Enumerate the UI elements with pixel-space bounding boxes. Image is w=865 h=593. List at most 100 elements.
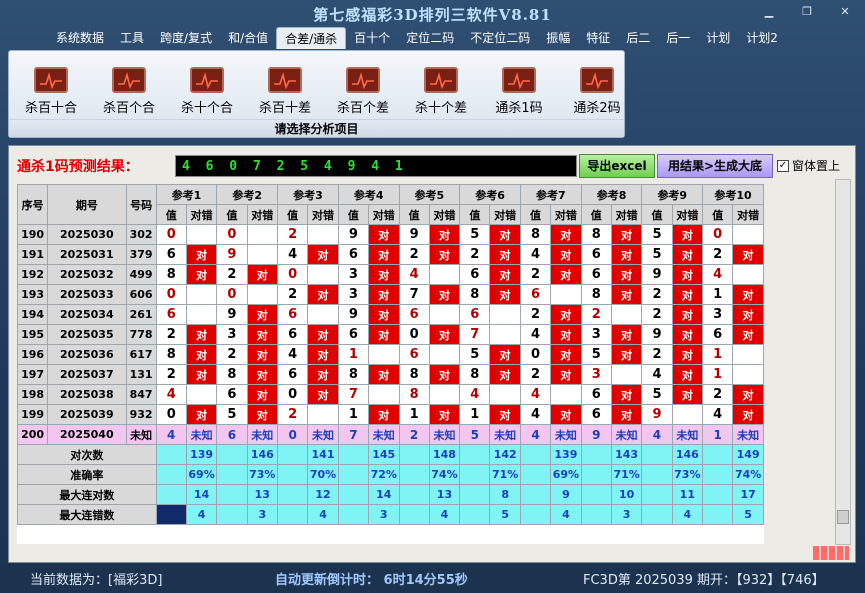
cell-hit: 对 bbox=[489, 284, 521, 305]
header-ref-1: 参考1 bbox=[155, 184, 218, 205]
stat-value: 4 bbox=[671, 504, 704, 525]
cell-miss bbox=[307, 304, 339, 325]
table-row[interactable]: 190 2025030 302 0 0 2 9 对 9 对 5 对 8 对 8 对 5 对 0 bbox=[17, 224, 764, 245]
menu-item-3[interactable]: 和/合值 bbox=[220, 27, 276, 49]
stat-value: 70% bbox=[307, 464, 339, 485]
pending-row[interactable]: 200 2025040 未知 4 未知 6 未知 0 未知 7 未知 2 未知 5 未知 4 未知 9 未知 4 未知 1… bbox=[17, 424, 764, 445]
stat-spacer bbox=[155, 484, 187, 505]
table-row[interactable]: 192 2025032 499 8 对 2 对 0 3 对 4 6 对 2 对 6 对 9 对 4 bbox=[17, 264, 764, 285]
stat-spacer bbox=[277, 444, 309, 465]
table-row[interactable]: 191 2025031 379 6 对 9 4 对 6 对 2 对 2 对 4 对 6 对 5 对 2 对 bbox=[17, 244, 764, 265]
progress-strip bbox=[813, 546, 849, 560]
stat-spacer bbox=[459, 444, 491, 465]
stat-value: 8 bbox=[489, 484, 521, 505]
cell-value: 2 bbox=[641, 344, 673, 365]
menu-item-11[interactable]: 后一 bbox=[658, 27, 698, 49]
cell-value: 4 bbox=[641, 424, 673, 445]
cell-unknown: 未知 bbox=[307, 424, 339, 445]
cell-hit: 对 bbox=[428, 364, 461, 385]
cell-period: 2025040 bbox=[47, 424, 127, 445]
cell-value: 4 bbox=[702, 264, 734, 285]
cell-hit: 对 bbox=[246, 344, 279, 365]
table-row[interactable]: 196 2025036 617 8 对 2 对 4 对 1 6 5 对 0 对 5 对 2 对 1 bbox=[17, 344, 764, 365]
menu-item-4[interactable]: 合差/通杀 bbox=[276, 27, 347, 49]
cell-period: 2025039 bbox=[47, 404, 127, 425]
cell-hit: 对 bbox=[610, 344, 643, 365]
minimize-button[interactable]: ▁ bbox=[760, 6, 778, 18]
tool-button-2[interactable]: 杀十个合 bbox=[171, 67, 243, 116]
table-row[interactable]: 194 2025034 261 6 9 对 6 9 对 6 6 2 对 2 2 对 3 对 bbox=[17, 304, 764, 325]
cell-value: 5 bbox=[459, 224, 491, 245]
cell-miss bbox=[610, 364, 643, 385]
cell-period: 2025035 bbox=[47, 324, 127, 345]
cell-value: 6 bbox=[580, 264, 612, 285]
table-row[interactable]: 195 2025035 778 2 对 3 对 6 对 6 对 0 对 7 4 对 3 对 9 对 6 对 bbox=[17, 324, 764, 345]
cell-value: 6 bbox=[337, 324, 369, 345]
menu-item-12[interactable]: 计划 bbox=[698, 27, 738, 49]
cell-period: 2025036 bbox=[47, 344, 127, 365]
cell-value: 4 bbox=[398, 264, 430, 285]
menu-item-10[interactable]: 后二 bbox=[618, 27, 658, 49]
cell-unknown: 未知 bbox=[550, 424, 582, 445]
vertical-scrollbar[interactable] bbox=[835, 179, 851, 545]
menu-item-7[interactable]: 不定位二码 bbox=[462, 27, 538, 49]
tool-button-1[interactable]: 杀百个合 bbox=[93, 67, 165, 116]
checkbox-check-icon[interactable]: ✓ bbox=[777, 159, 789, 172]
close-button[interactable]: ✕ bbox=[836, 6, 854, 18]
cell-miss bbox=[185, 284, 218, 305]
cell-value: 8 bbox=[398, 384, 430, 405]
cell-value: 1 bbox=[459, 404, 491, 425]
on-top-checkbox[interactable]: ✓ 窗体置上 bbox=[777, 157, 840, 174]
export-excel-button[interactable]: 导出excel bbox=[579, 154, 655, 178]
cell-value: 9 bbox=[580, 424, 612, 445]
cell-hit: 对 bbox=[732, 304, 764, 325]
stat-value: 3 bbox=[367, 504, 400, 525]
menu-item-13[interactable]: 计划2 bbox=[738, 27, 786, 49]
menu-item-1[interactable]: 工具 bbox=[112, 27, 152, 49]
table-row[interactable]: 199 2025039 932 0 对 5 对 2 1 对 1 对 1 对 4 对 6 对 9 4 对 bbox=[17, 404, 764, 425]
prediction-display[interactable]: 4 6 0 7 2 5 4 9 4 1 bbox=[175, 155, 577, 177]
stat-value: 71% bbox=[610, 464, 643, 485]
stat-spacer bbox=[155, 504, 187, 525]
cell-hit: 对 bbox=[246, 304, 279, 325]
tool-button-4[interactable]: 杀百个差 bbox=[327, 67, 399, 116]
stat-row: 对次数 139 146 141 145 148 142 139 143 146 149 bbox=[17, 444, 764, 465]
cell-value: 8 bbox=[459, 284, 491, 305]
subheader-hit: 对错 bbox=[307, 204, 339, 225]
generate-base-button[interactable]: 用结果>生成大底 bbox=[657, 154, 773, 178]
cell-seq: 196 bbox=[17, 344, 49, 365]
tool-button-6[interactable]: 通杀1码 bbox=[483, 67, 555, 116]
menu-item-2[interactable]: 跨度/复式 bbox=[152, 27, 220, 49]
scrollbar-thumb[interactable] bbox=[837, 510, 849, 524]
tool-button-0[interactable]: 杀百十合 bbox=[15, 67, 87, 116]
menu-item-8[interactable]: 振幅 bbox=[538, 27, 578, 49]
cell-value: 2 bbox=[641, 284, 673, 305]
table-row[interactable]: 193 2025033 606 0 0 2 对 3 对 7 对 8 对 6 8 对 2 对 1 对 bbox=[17, 284, 764, 305]
maximize-icon[interactable]: ❐ bbox=[798, 6, 816, 18]
tool-button-5[interactable]: 杀十个差 bbox=[405, 67, 477, 116]
tool-button-7[interactable]: 通杀2码 bbox=[561, 67, 633, 116]
menu-item-6[interactable]: 定位二码 bbox=[398, 27, 462, 49]
cell-hit: 对 bbox=[367, 364, 400, 385]
menu-item-9[interactable]: 特征 bbox=[578, 27, 618, 49]
cell-hit: 对 bbox=[367, 404, 400, 425]
cell-value: 0 bbox=[216, 284, 248, 305]
stat-row: 最大连错数 4 3 4 3 4 5 4 3 4 5 bbox=[17, 504, 764, 525]
cell-value: 5 bbox=[641, 244, 673, 265]
table-row[interactable]: 197 2025037 131 2 对 8 对 6 对 8 对 8 对 8 对 2 对 3 4 对 1 bbox=[17, 364, 764, 385]
table-row[interactable]: 198 2025038 847 4 6 对 0 对 7 8 4 4 6 对 5 对 2 对 bbox=[17, 384, 764, 405]
tool-button-3[interactable]: 杀百十差 bbox=[249, 67, 321, 116]
cell-number: 302 bbox=[125, 224, 157, 245]
menu-item-0[interactable]: 系统数据 bbox=[48, 27, 112, 49]
cell-value: 6 bbox=[337, 244, 369, 265]
stat-value: 69% bbox=[550, 464, 582, 485]
stat-spacer bbox=[641, 464, 673, 485]
cell-hit: 对 bbox=[610, 404, 643, 425]
cell-hit: 对 bbox=[610, 284, 643, 305]
cell-hit: 对 bbox=[246, 364, 279, 385]
menu-item-5[interactable]: 百十个 bbox=[346, 27, 398, 49]
cell-value: 4 bbox=[459, 384, 491, 405]
stat-value: 13 bbox=[246, 484, 279, 505]
cell-hit: 对 bbox=[671, 284, 704, 305]
cell-hit: 对 bbox=[732, 384, 764, 405]
